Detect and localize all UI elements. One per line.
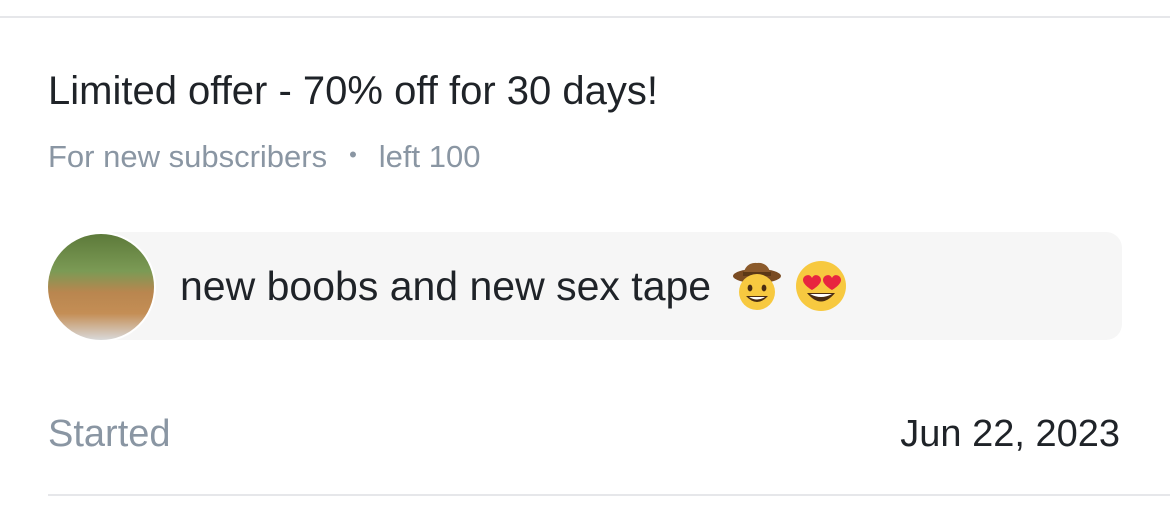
bottom-divider bbox=[48, 494, 1170, 496]
offer-title: Limited offer - 70% off for 30 days! bbox=[48, 69, 658, 113]
started-date: Jun 22, 2023 bbox=[900, 413, 1120, 455]
offer-audience: For new subscribers bbox=[48, 139, 328, 174]
creator-avatar[interactable] bbox=[46, 232, 156, 342]
cowboy-face-emoji-icon bbox=[733, 262, 782, 310]
creator-avatar-image bbox=[48, 234, 154, 340]
top-divider bbox=[0, 16, 1170, 18]
heart-eyes-emoji-icon bbox=[796, 261, 847, 311]
offer-message-bubble: new boobs and new sex tape bbox=[100, 232, 1122, 340]
offer-message-text: new boobs and new sex tape bbox=[180, 262, 712, 309]
offer-meta: For new subscribers • left 100 bbox=[48, 138, 481, 176]
started-label: Started bbox=[48, 413, 171, 455]
offer-message: new boobs and new sex tape bbox=[180, 232, 849, 340]
meta-separator: • bbox=[349, 142, 357, 167]
offer-remaining: left 100 bbox=[378, 139, 481, 174]
